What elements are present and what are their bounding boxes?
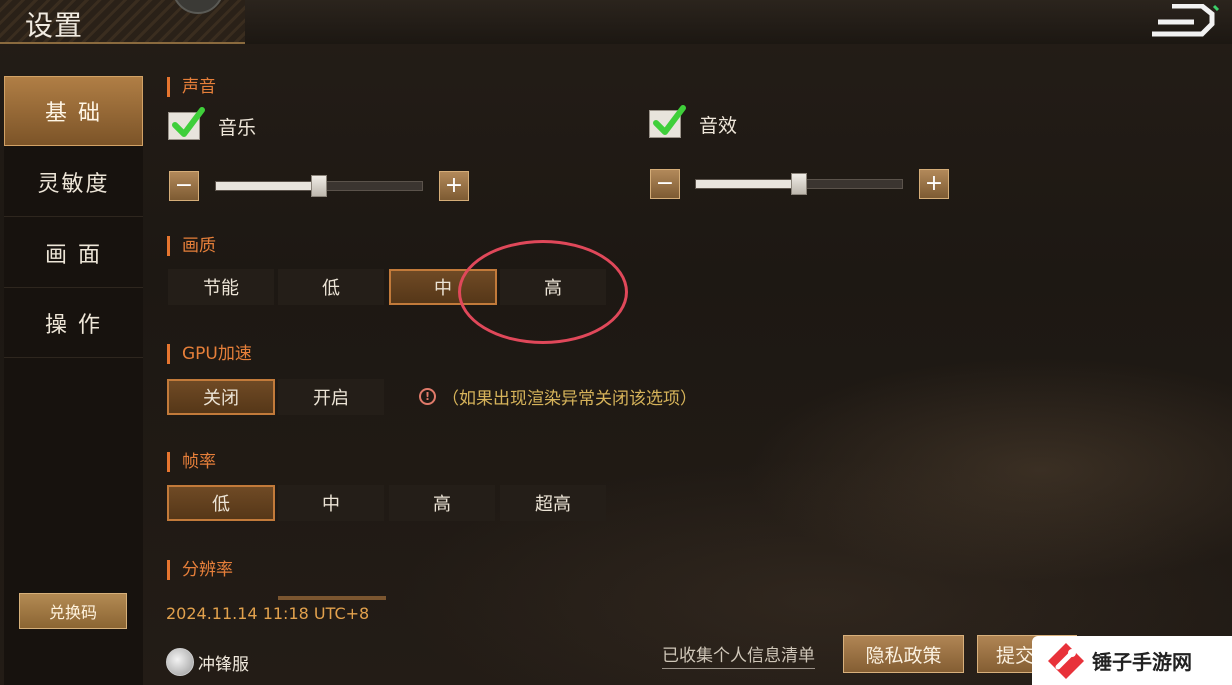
music-volume-thumb[interactable]	[311, 175, 327, 197]
effects-volume-slider[interactable]	[695, 173, 903, 195]
quality-option-power-saving[interactable]: 节能	[168, 269, 274, 305]
annotation-circle	[458, 240, 628, 344]
section-title-resolution: 分辨率	[167, 560, 233, 580]
timestamp: 2024.11.14 11:18 UTC+8	[166, 604, 370, 623]
music-checkbox[interactable]	[168, 107, 205, 140]
header-bar: 设置	[0, 0, 1232, 44]
effects-volume-fill	[696, 180, 799, 188]
gpu-option-off[interactable]: 关闭	[167, 379, 275, 415]
framerate-option-low[interactable]: 低	[167, 485, 275, 521]
sidebar-tab-basic[interactable]: 基 础	[4, 76, 143, 146]
framerate-option-ultra[interactable]: 超高	[500, 485, 606, 521]
effects-volume-thumb[interactable]	[791, 173, 807, 195]
music-volume-slider[interactable]	[215, 175, 423, 197]
back-button[interactable]	[1150, 3, 1220, 40]
sidebar: 基 础 灵敏度 画 面 操 作 兑换码	[4, 76, 143, 685]
hammer-logo-icon	[1048, 642, 1084, 679]
redeem-code-button[interactable]: 兑换码	[19, 593, 127, 629]
effects-checkbox[interactable]	[649, 105, 686, 138]
effects-volume-increase-button[interactable]: +	[919, 169, 949, 199]
effects-volume-decrease-button[interactable]: −	[650, 169, 680, 199]
section-title-framerate: 帧率	[167, 452, 216, 472]
sidebar-tab-label: 基 础	[45, 101, 102, 126]
collected-info-link[interactable]: 已收集个人信息清单	[662, 641, 815, 669]
watermark-text: 锤子手游网	[1092, 650, 1192, 674]
server-info: 冲锋服	[166, 648, 249, 676]
resolution-option-partial[interactable]	[278, 596, 386, 600]
sidebar-tab-label: 画 面	[45, 242, 102, 268]
music-volume-increase-button[interactable]: +	[439, 171, 469, 201]
music-volume-decrease-button[interactable]: −	[169, 171, 199, 201]
checkmark-icon	[172, 107, 205, 137]
effects-label: 音效	[699, 114, 738, 137]
settings-screen: 设置 基 础 灵敏度 画 面 操 作 兑换码 声音 音乐 − + 音效 − + …	[0, 0, 1232, 685]
music-volume-fill	[216, 182, 319, 190]
privacy-policy-button[interactable]: 隐私政策	[843, 635, 964, 673]
effects-toggle[interactable]: 音效	[649, 105, 738, 138]
music-toggle[interactable]: 音乐	[168, 107, 257, 140]
back-arrow-icon	[1152, 3, 1220, 37]
sidebar-tab-controls[interactable]: 操 作	[4, 288, 143, 358]
gpu-hint: ! （如果出现渲染异常关闭该选项）	[419, 384, 697, 409]
sidebar-tab-label: 操 作	[45, 312, 102, 338]
sidebar-tab-label: 灵敏度	[37, 171, 110, 197]
framerate-option-medium[interactable]: 中	[278, 485, 384, 521]
quality-option-low[interactable]: 低	[278, 269, 384, 305]
page-title: 设置	[25, 9, 84, 42]
gpu-option-on[interactable]: 开启	[278, 379, 384, 415]
gpu-hint-text: （如果出现渲染异常关闭该选项）	[442, 389, 697, 409]
checkmark-icon	[653, 105, 686, 135]
warning-icon: !	[419, 388, 436, 405]
framerate-option-high[interactable]: 高	[389, 485, 495, 521]
section-title-sound: 声音	[167, 77, 216, 97]
server-globe-icon	[166, 648, 194, 676]
section-title-gpu: GPU加速	[167, 344, 252, 364]
sidebar-tab-sensitivity[interactable]: 灵敏度	[4, 147, 143, 217]
section-title-quality: 画质	[167, 236, 216, 256]
server-name: 冲锋服	[198, 654, 249, 675]
sidebar-tab-display[interactable]: 画 面	[4, 218, 143, 288]
music-label: 音乐	[218, 116, 257, 139]
settings-content: 声音 音乐 − + 音效 − + 画质 节能 低 中 高 GPU加速 关闭 开启…	[143, 60, 1232, 685]
watermark: 锤子手游网	[1032, 636, 1232, 685]
